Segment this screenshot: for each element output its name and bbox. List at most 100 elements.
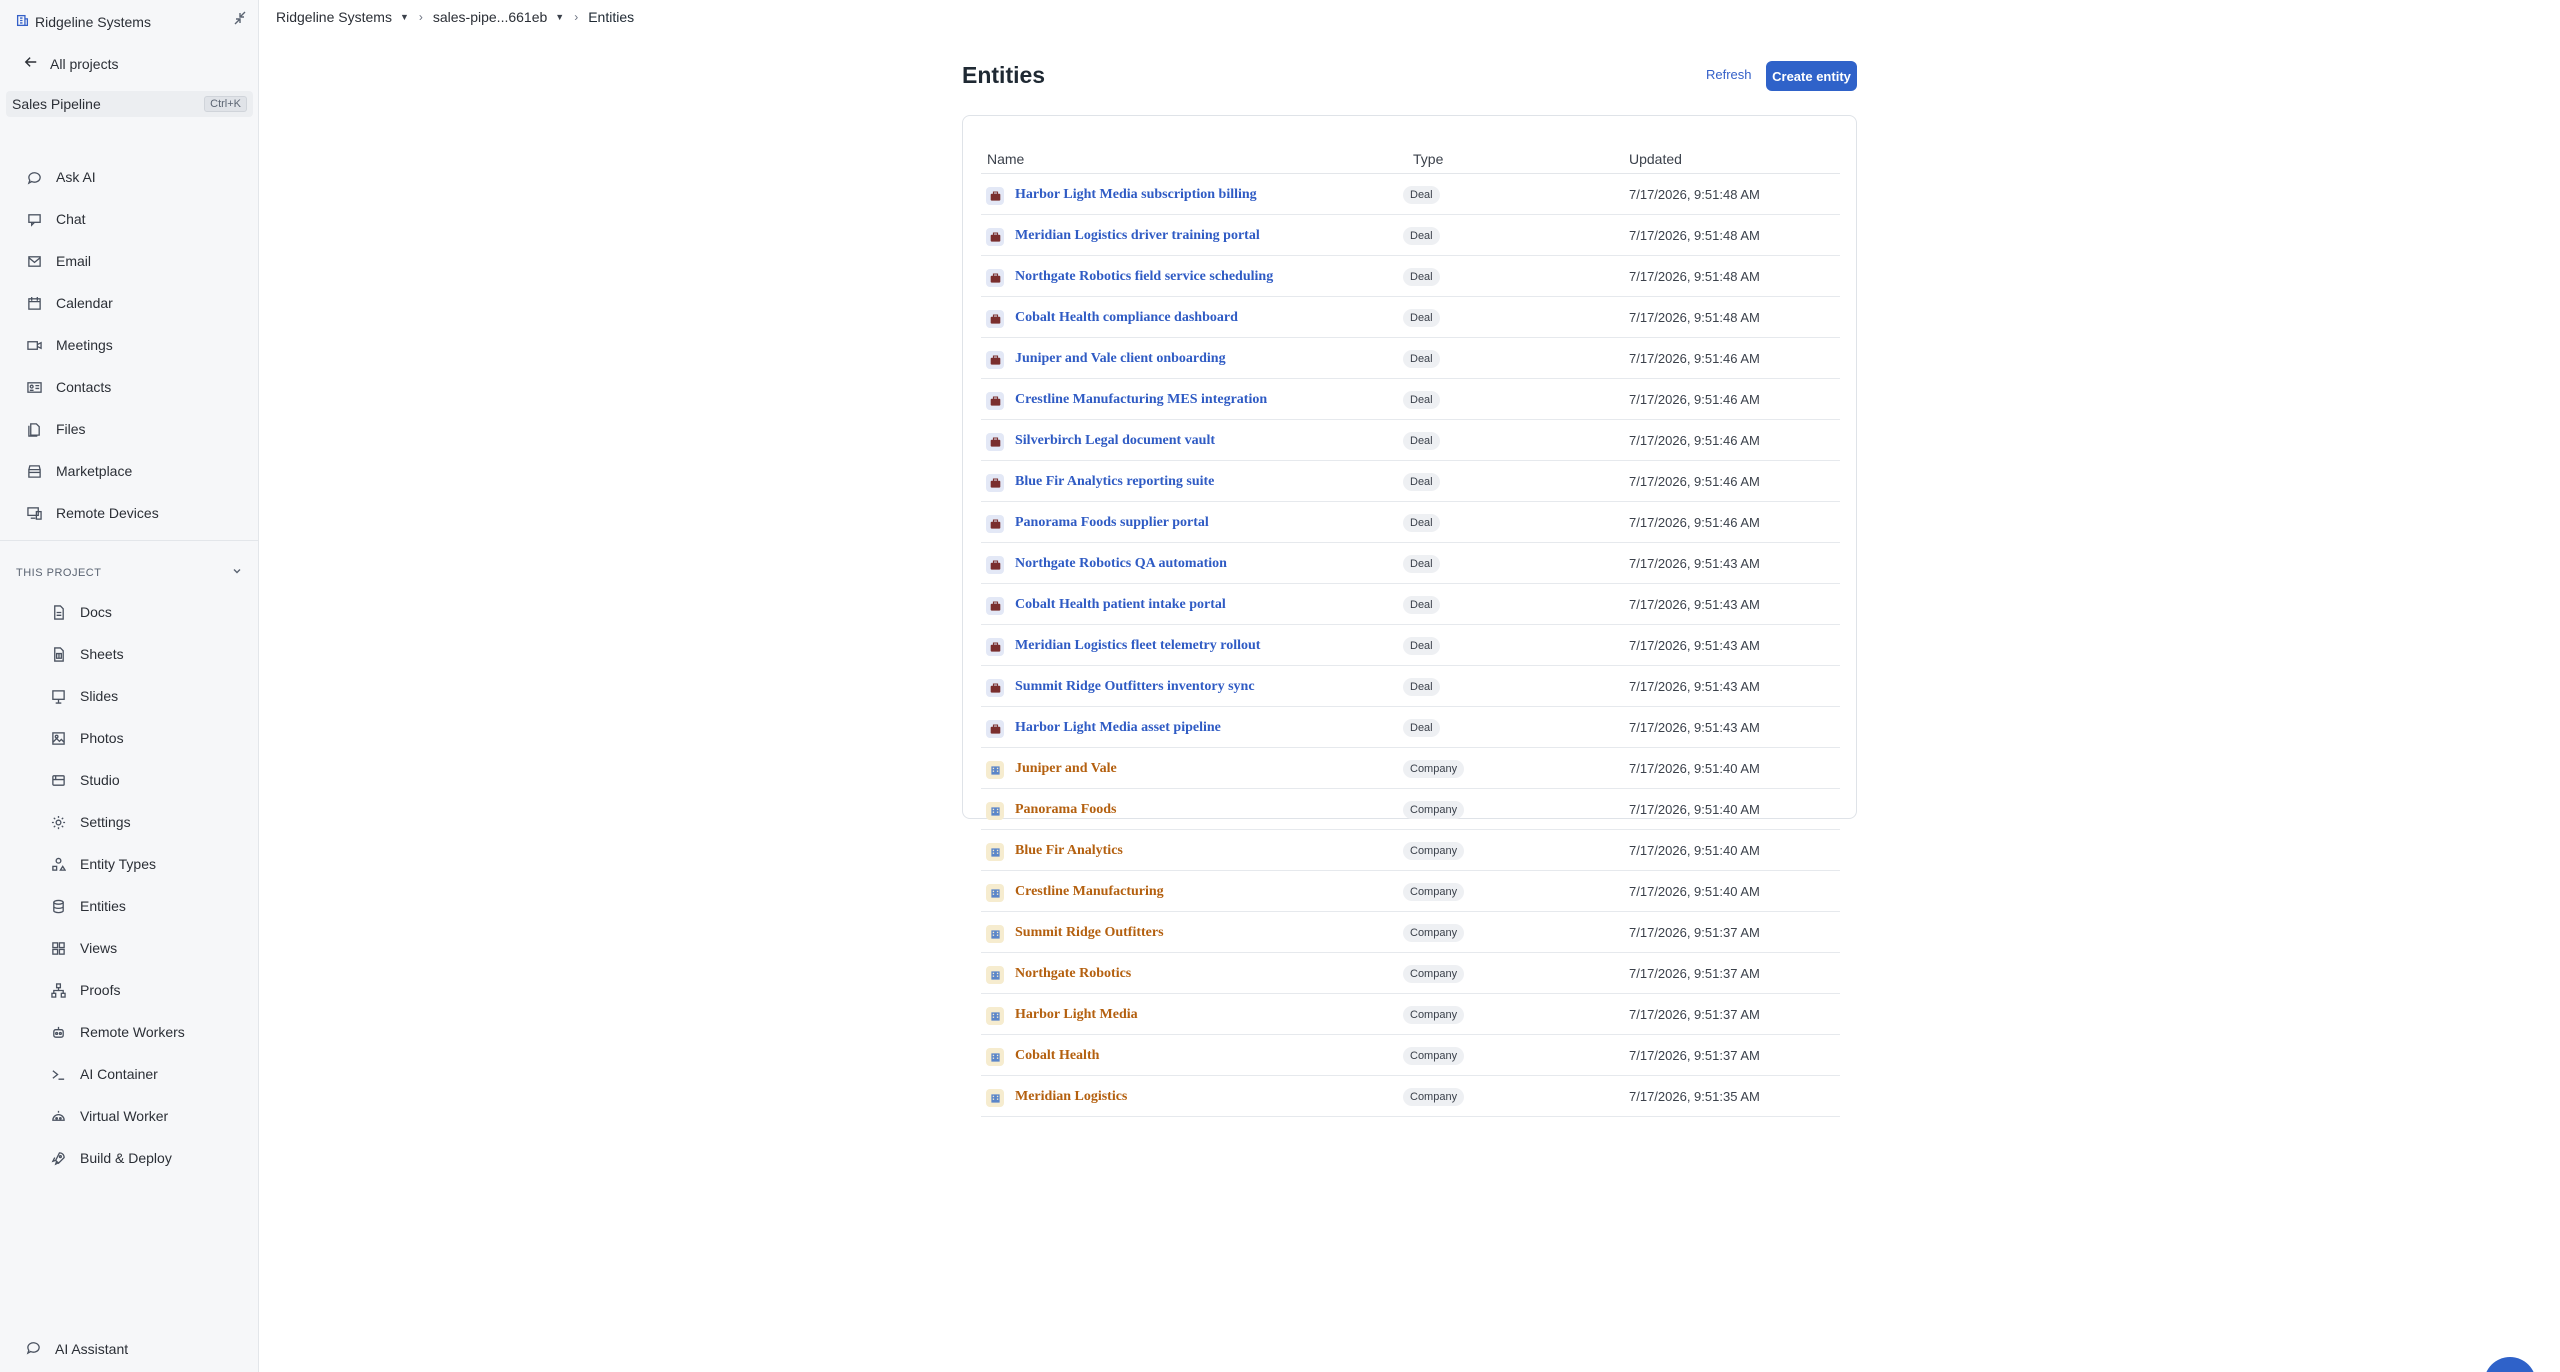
shapes-icon xyxy=(50,856,66,872)
entity-name-link[interactable]: Summit Ridge Outfitters xyxy=(1015,925,1164,941)
entity-name-link[interactable]: Panorama Foods xyxy=(1015,802,1117,818)
sidebar-item-entity-types[interactable]: Entity Types xyxy=(0,843,259,885)
entity-name-link[interactable]: Juniper and Vale client onboarding xyxy=(1015,351,1226,367)
sidebar-item-remote-workers[interactable]: Remote Workers xyxy=(0,1011,259,1053)
ai-assistant-button[interactable]: AI Assistant xyxy=(26,1340,128,1358)
project-selector[interactable]: Sales Pipeline Ctrl+K xyxy=(6,91,253,117)
entity-name-link[interactable]: Crestline Manufacturing MES integration xyxy=(1015,392,1267,408)
workspace-switcher[interactable]: Ridgeline Systems xyxy=(16,14,151,30)
sidebar-item-sheets[interactable]: Sheets xyxy=(0,633,259,675)
updated-timestamp: 7/17/2026, 9:51:48 AM xyxy=(1629,269,1760,284)
sidebar-item-ask-ai[interactable]: Ask AI xyxy=(0,156,259,198)
table-row[interactable]: Crestline Manufacturing Company 7/17/2026,… xyxy=(981,871,1840,912)
sidebar-item-proofs[interactable]: Proofs xyxy=(0,969,259,1011)
sidebar-item-ai-container[interactable]: AI Container xyxy=(0,1053,259,1095)
entity-name-link[interactable]: Silverbirch Legal document vault xyxy=(1015,433,1215,449)
entity-name-link[interactable]: Harbor Light Media subscription billing xyxy=(1015,187,1257,203)
table-row[interactable]: Blue Fir Analytics reporting suite Deal 7/… xyxy=(981,461,1840,502)
entity-name-link[interactable]: Cobalt Health xyxy=(1015,1048,1099,1064)
monitor-icon xyxy=(26,505,42,521)
building-icon xyxy=(986,966,1004,984)
entity-name-link[interactable]: Juniper and Vale xyxy=(1015,761,1117,777)
sidebar-item-slides[interactable]: Slides xyxy=(0,675,259,717)
table-row[interactable]: Blue Fir Analytics Company 7/17/2026, 9:51… xyxy=(981,830,1840,871)
entity-name-link[interactable]: Blue Fir Analytics xyxy=(1015,843,1123,859)
table-row[interactable]: Northgate Robotics Company 7/17/2026, 9:51… xyxy=(981,953,1840,994)
sidebar-item-marketplace[interactable]: Marketplace xyxy=(0,450,259,492)
sidebar-item-contacts[interactable]: Contacts xyxy=(0,366,259,408)
database-icon xyxy=(50,898,66,914)
table-row[interactable]: Meridian Logistics driver training porta… xyxy=(981,215,1840,256)
table-row[interactable]: Summit Ridge Outfitters Company 7/17/2026,… xyxy=(981,912,1840,953)
sidebar-item-label: Remote Devices xyxy=(56,505,159,521)
type-badge: Company xyxy=(1403,842,1465,860)
sidebar-item-label: Settings xyxy=(80,814,131,830)
help-fab-button[interactable] xyxy=(2484,1357,2536,1372)
entity-name-link[interactable]: Northgate Robotics xyxy=(1015,966,1131,982)
updated-timestamp: 7/17/2026, 9:51:37 AM xyxy=(1629,1048,1760,1063)
table-row[interactable]: Summit Ridge Outfitters inventory sync De… xyxy=(981,666,1840,707)
sidebar-item-remote-devices[interactable]: Remote Devices xyxy=(0,492,259,534)
updated-timestamp: 7/17/2026, 9:51:40 AM xyxy=(1629,884,1760,899)
sidebar-item-calendar[interactable]: Calendar xyxy=(0,282,259,324)
entity-name-link[interactable]: Cobalt Health patient intake portal xyxy=(1015,597,1226,613)
caret-down-icon[interactable]: ▼ xyxy=(400,12,409,22)
entity-name-link[interactable]: Crestline Manufacturing xyxy=(1015,884,1164,900)
sidebar-item-studio[interactable]: Studio xyxy=(0,759,259,801)
table-row[interactable]: Northgate Robotics field service schedul… xyxy=(981,256,1840,297)
entity-name-link[interactable]: Blue Fir Analytics reporting suite xyxy=(1015,474,1214,490)
table-row[interactable]: Crestline Manufacturing MES integration D… xyxy=(981,379,1840,420)
collapse-sidebar-icon[interactable] xyxy=(232,10,250,28)
table-row[interactable]: Cobalt Health compliance dashboard Deal 7/… xyxy=(981,297,1840,338)
table-row[interactable]: Silverbirch Legal document vault Deal 7/17… xyxy=(981,420,1840,461)
entity-name-link[interactable]: Meridian Logistics fleet telemetry rollo… xyxy=(1015,638,1260,654)
table-row[interactable]: Panorama Foods supplier portal Deal 7/17/2… xyxy=(981,502,1840,543)
updated-timestamp: 7/17/2026, 9:51:46 AM xyxy=(1629,392,1760,407)
entity-name-link[interactable]: Northgate Robotics field service schedul… xyxy=(1015,269,1273,285)
updated-timestamp: 7/17/2026, 9:51:37 AM xyxy=(1629,925,1760,940)
sidebar-item-build-deploy[interactable]: Build & Deploy xyxy=(0,1137,259,1179)
refresh-button[interactable]: Refresh xyxy=(1706,67,1752,82)
entity-name-link[interactable]: Harbor Light Media asset pipeline xyxy=(1015,720,1221,736)
ai-assistant-label: AI Assistant xyxy=(55,1341,129,1357)
breadcrumb-workspace[interactable]: Ridgeline Systems xyxy=(276,9,392,25)
sidebar-item-photos[interactable]: Photos xyxy=(0,717,259,759)
all-projects-link[interactable]: All projects xyxy=(24,55,118,72)
sidebar-item-entities[interactable]: Entities xyxy=(0,885,259,927)
entity-name-link[interactable]: Harbor Light Media xyxy=(1015,1007,1138,1023)
table-row[interactable]: Juniper and Vale client onboarding Deal 7/… xyxy=(981,338,1840,379)
table-row[interactable]: Cobalt Health Company 7/17/2026, 9:51:37 A… xyxy=(981,1035,1840,1076)
table-row[interactable]: Cobalt Health patient intake portal Deal 7… xyxy=(981,584,1840,625)
entity-name-link[interactable]: Panorama Foods supplier portal xyxy=(1015,515,1209,531)
sidebar-item-views[interactable]: Views xyxy=(0,927,259,969)
sidebar-item-settings[interactable]: Settings xyxy=(0,801,259,843)
entity-name-link[interactable]: Summit Ridge Outfitters inventory sync xyxy=(1015,679,1255,695)
table-row[interactable]: Harbor Light Media asset pipeline Deal 7/1… xyxy=(981,707,1840,748)
type-badge: Deal xyxy=(1403,186,1440,204)
sidebar-item-chat[interactable]: Chat xyxy=(0,198,259,240)
sidebar-item-email[interactable]: Email xyxy=(0,240,259,282)
create-entity-button[interactable]: Create entity xyxy=(1766,61,1857,91)
breadcrumb-project[interactable]: sales-pipe...661eb xyxy=(433,9,547,25)
table-row[interactable]: Meridian Logistics fleet telemetry rollo… xyxy=(981,625,1840,666)
table-row[interactable]: Juniper and Vale Company 7/17/2026, 9:51:4… xyxy=(981,748,1840,789)
entity-name-link[interactable]: Cobalt Health compliance dashboard xyxy=(1015,310,1238,326)
table-row[interactable]: Harbor Light Media Company 7/17/2026, 9:51… xyxy=(981,994,1840,1035)
entity-name-link[interactable]: Meridian Logistics driver training porta… xyxy=(1015,228,1260,244)
caret-down-icon[interactable]: ▼ xyxy=(555,12,564,22)
chevron-down-icon[interactable] xyxy=(232,566,242,579)
robot-icon xyxy=(50,1024,66,1040)
sidebar-item-files[interactable]: Files xyxy=(0,408,259,450)
sidebar-item-meetings[interactable]: Meetings xyxy=(0,324,259,366)
sidebar-item-virtual-worker[interactable]: Virtual Worker xyxy=(0,1095,259,1137)
table-row[interactable]: Harbor Light Media subscription billing D… xyxy=(981,174,1840,215)
updated-timestamp: 7/17/2026, 9:51:37 AM xyxy=(1629,966,1760,981)
table-row[interactable]: Panorama Foods Company 7/17/2026, 9:51:40 … xyxy=(981,789,1840,830)
table-row[interactable]: Meridian Logistics Company 7/17/2026, 9:51… xyxy=(981,1076,1840,1117)
entity-name-link[interactable]: Meridian Logistics xyxy=(1015,1089,1127,1105)
type-badge: Company xyxy=(1403,924,1465,942)
sidebar-item-docs[interactable]: Docs xyxy=(0,591,259,633)
breadcrumb: Ridgeline Systems ▼ › sales-pipe...661eb… xyxy=(276,9,634,25)
entity-name-link[interactable]: Northgate Robotics QA automation xyxy=(1015,556,1227,572)
table-row[interactable]: Northgate Robotics QA automation Deal 7/17… xyxy=(981,543,1840,584)
